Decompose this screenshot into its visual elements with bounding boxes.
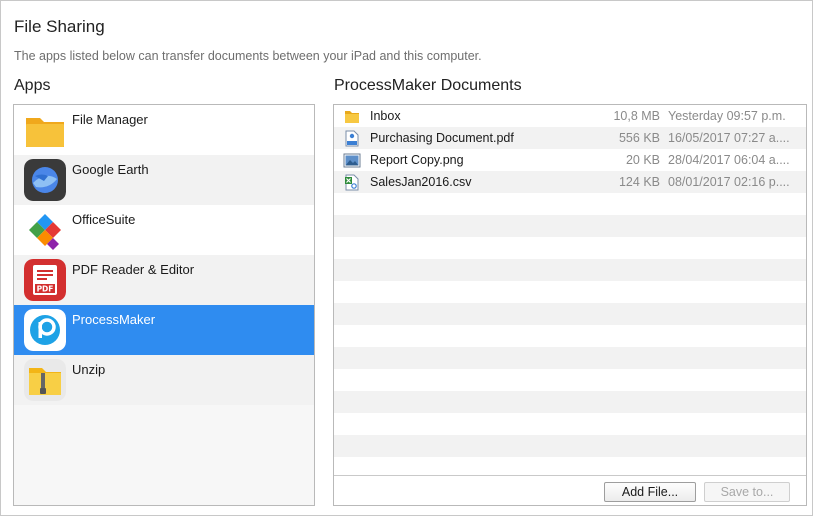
empty-row <box>334 325 806 347</box>
image-file-icon <box>343 152 361 169</box>
file-date: 28/04/2017 06:04 a.... <box>668 153 790 167</box>
file-date: 08/01/2017 02:16 p.... <box>668 175 790 189</box>
svg-text:PDF: PDF <box>37 285 54 294</box>
app-label: Google Earth <box>72 162 149 177</box>
file-size: 556 KB <box>618 131 660 145</box>
processmaker-icon <box>24 309 66 351</box>
table-row[interactable]: Purchasing Document.pdf 556 KB 16/05/201… <box>334 127 806 149</box>
app-item-officesuite[interactable]: OfficeSuite <box>14 205 314 255</box>
google-earth-icon <box>24 159 66 201</box>
empty-row <box>334 347 806 369</box>
app-label: Unzip <box>72 362 106 377</box>
file-name: Purchasing Document.pdf <box>370 131 514 145</box>
folder-icon <box>343 108 361 125</box>
table-row[interactable]: Report Copy.png 20 KB 28/04/2017 06:04 a… <box>334 149 806 171</box>
page-description: The apps listed below can transfer docum… <box>14 49 482 63</box>
empty-row <box>334 413 806 435</box>
apps-list[interactable]: File Manager Google Earth OfficeSuite PD… <box>13 104 315 506</box>
empty-row <box>334 391 806 413</box>
file-size: 10,8 MB <box>613 109 660 123</box>
file-name: Inbox <box>370 109 401 123</box>
empty-row <box>334 215 806 237</box>
app-item-pdf-reader[interactable]: PDF PDF Reader & Editor <box>14 255 314 305</box>
app-item-processmaker[interactable]: ProcessMaker <box>14 305 314 355</box>
folder-icon <box>24 109 66 151</box>
officesuite-icon <box>24 209 66 251</box>
app-item-unzip[interactable]: Unzip <box>14 355 314 405</box>
empty-row <box>334 303 806 325</box>
save-to-button[interactable]: Save to... <box>704 482 790 502</box>
app-label: ProcessMaker <box>72 312 156 327</box>
pdf-icon: PDF <box>24 259 66 301</box>
app-item-file-manager[interactable]: File Manager <box>14 105 314 155</box>
page-title: File Sharing <box>14 17 105 36</box>
file-date: Yesterday 09:57 p.m. <box>668 109 786 123</box>
csv-file-icon <box>343 174 361 191</box>
file-name: Report Copy.png <box>370 153 464 167</box>
empty-row <box>334 281 806 303</box>
file-sharing-window: File Sharing The apps listed below can t… <box>0 0 813 516</box>
documents-footer: Add File... Save to... <box>334 475 806 505</box>
empty-row <box>334 193 806 215</box>
file-size: 124 KB <box>618 175 660 189</box>
empty-row <box>334 237 806 259</box>
zip-folder-icon <box>24 359 66 401</box>
app-label: PDF Reader & Editor <box>72 262 195 277</box>
file-date: 16/05/2017 07:27 a.... <box>668 131 790 145</box>
empty-row <box>334 369 806 391</box>
empty-row <box>334 435 806 457</box>
pdf-file-icon <box>343 130 361 147</box>
file-size: 20 KB <box>625 153 660 167</box>
table-row[interactable]: SalesJan2016.csv 124 KB 08/01/2017 02:16… <box>334 171 806 193</box>
table-row[interactable]: Inbox 10,8 MB Yesterday 09:57 p.m. <box>334 105 806 127</box>
empty-row <box>334 259 806 281</box>
documents-list[interactable]: Inbox 10,8 MB Yesterday 09:57 p.m. Purch… <box>333 104 807 506</box>
apps-section-title: Apps <box>14 77 51 94</box>
app-item-google-earth[interactable]: Google Earth <box>14 155 314 205</box>
app-label: File Manager <box>72 112 148 127</box>
add-file-button[interactable]: Add File... <box>604 482 696 502</box>
app-label: OfficeSuite <box>72 212 136 227</box>
documents-section-title: ProcessMaker Documents <box>334 77 522 94</box>
file-name: SalesJan2016.csv <box>370 175 472 189</box>
